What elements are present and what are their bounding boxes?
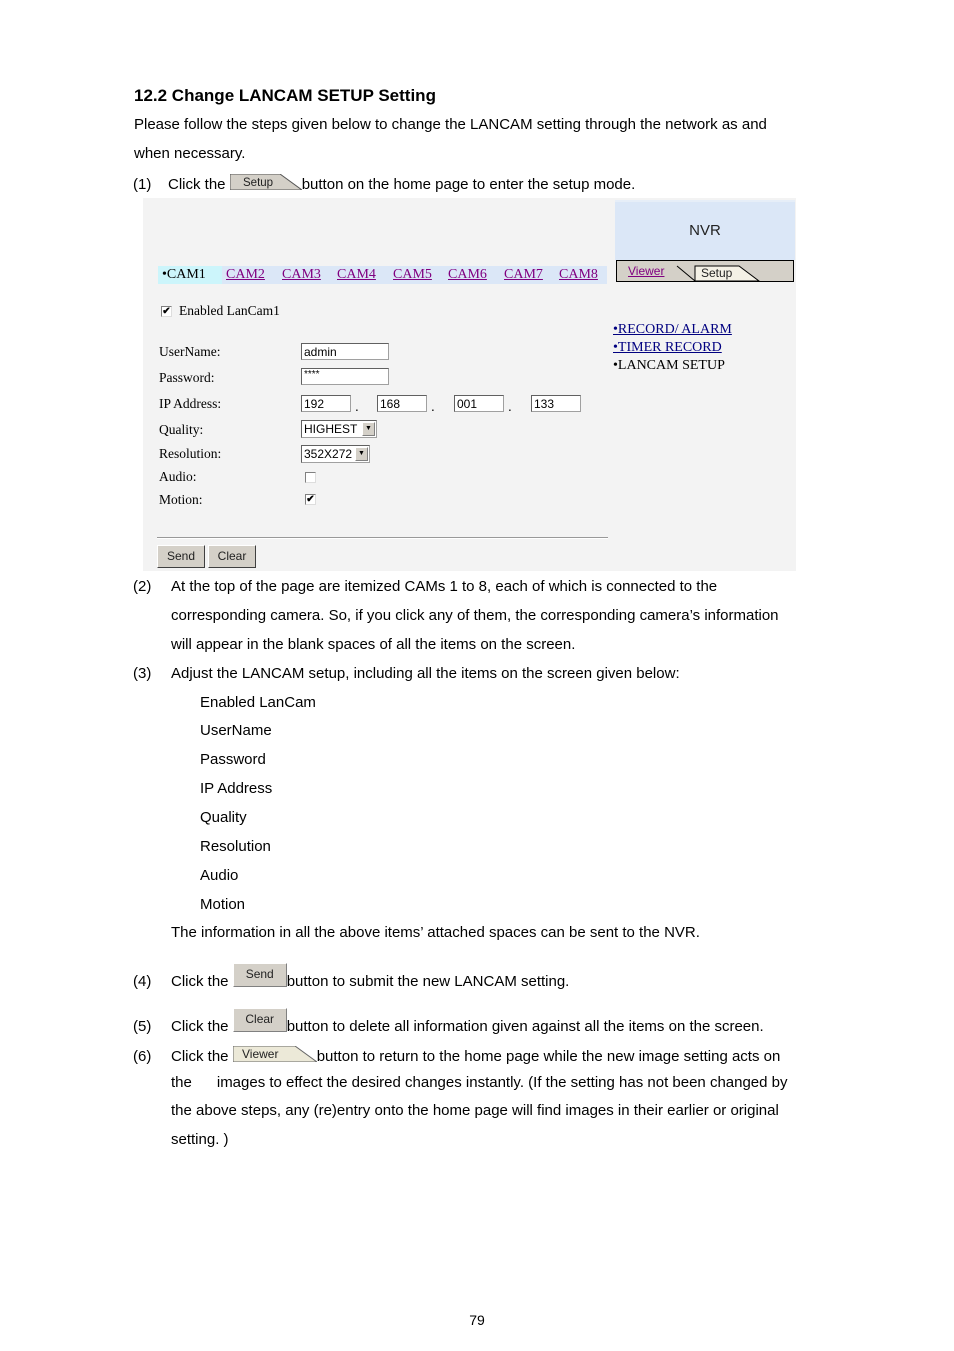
ip-octet-4-input[interactable]: 133 [531, 395, 581, 412]
step-3-number: (3) [133, 665, 152, 682]
cam-tab-6[interactable]: CAM6 [448, 266, 487, 284]
form-divider [157, 537, 608, 539]
ip-separator: . [431, 399, 435, 414]
resolution-value: 352X272 [304, 447, 353, 461]
motion-checkbox[interactable]: ✔ [305, 494, 316, 505]
step-2-line-3: will appear in the blank spaces of all t… [171, 636, 576, 653]
step-2-line-1: At the top of the page are itemized CAMs… [171, 578, 718, 595]
quality-label: Quality: [159, 422, 204, 437]
lancam-setup-current: •LANCAM SETUP [613, 358, 725, 373]
timer-record-link[interactable]: •TIMER RECORD [613, 340, 722, 355]
cam-tab-8[interactable]: CAM8 [559, 266, 598, 284]
step-6-text: Click the Viewer button to return to the… [171, 1042, 780, 1071]
cam-tab-3[interactable]: CAM3 [282, 266, 321, 284]
step-1-number: (1) [133, 176, 152, 193]
step-3-item: Quality [200, 809, 247, 826]
audio-label: Audio: [159, 469, 197, 484]
username-input[interactable]: admin [301, 343, 389, 360]
viewer-tab-image: Viewer [232, 1046, 317, 1063]
mode-tabs: Viewer Setup [616, 260, 794, 282]
setup-tab-label: Setup [243, 177, 273, 189]
ip-separator: . [508, 399, 512, 414]
intro-line-1: Please follow the steps given below to c… [134, 116, 767, 133]
step-6-line-2: the images to effect the desired changes… [171, 1074, 788, 1091]
ip-separator: . [355, 399, 359, 414]
step-1-text: Click the Setup button on the home page … [168, 170, 635, 199]
step-4-text: Click the Send button to submit the new L… [171, 963, 570, 996]
step-3-note: The information in all the above items’ … [171, 924, 700, 941]
section-heading: 12.2 Change LANCAM SETUP Setting [134, 86, 436, 105]
ip-octet-3-input[interactable]: 001 [454, 395, 504, 412]
step-1-post: button on the home page to enter the set… [301, 176, 636, 193]
enabled-checkbox[interactable]: ✔ [161, 306, 172, 317]
step-6-pre: Click the [171, 1048, 229, 1065]
dropdown-arrow-icon: ▼ [362, 422, 375, 436]
camera-tab-bar: •CAM1 CAM2 CAM3 CAM4 CAM5 CAM6 CAM7 CAM8 [158, 266, 607, 284]
setup-tab[interactable]: Setup [701, 266, 732, 280]
intro-line-2: when necessary. [134, 145, 246, 162]
viewer-tab[interactable]: Viewer [628, 264, 664, 278]
ip-octet-2-input[interactable]: 168 [377, 395, 427, 412]
side-menu: •RECORD/ ALARM •TIMER RECORD •LANCAM SET… [613, 321, 732, 375]
motion-label: Motion: [159, 492, 203, 507]
step-3-item: Resolution [200, 838, 271, 855]
quality-select[interactable]: HIGHEST ▼ [301, 420, 377, 438]
dropdown-arrow-icon: ▼ [355, 447, 368, 461]
cam-tab-7[interactable]: CAM7 [504, 266, 543, 284]
ip-address-label: IP Address: [159, 396, 222, 411]
cam-tab-1[interactable]: •CAM1 [158, 266, 222, 284]
quality-value: HIGHEST [304, 422, 358, 436]
password-label: Password: [159, 370, 215, 385]
page-number: 79 [469, 1312, 485, 1328]
step-3-item: Password [200, 751, 266, 768]
step-3-item: IP Address [200, 780, 273, 797]
step-2-number: (2) [133, 578, 152, 595]
cam-tab-5[interactable]: CAM5 [393, 266, 432, 284]
record-alarm-link[interactable]: •RECORD/ ALARM [613, 322, 732, 337]
svg-text:Viewer: Viewer [242, 1047, 278, 1061]
send-button[interactable]: Send [157, 545, 205, 568]
step-6-line-3: the above steps, any (re)entry onto the … [171, 1102, 779, 1119]
resolution-select[interactable]: 352X272 ▼ [301, 445, 370, 463]
step-1-pre: Click the [168, 176, 226, 193]
step-4-pre: Click the [171, 973, 229, 990]
step-5-post: button to delete all information given a… [286, 1018, 764, 1035]
username-label: UserName: [159, 344, 221, 359]
step-6-number: (6) [133, 1048, 152, 1065]
cam-tab-2[interactable]: CAM2 [226, 266, 265, 284]
step-2-line-2: corresponding camera. So, if you click a… [171, 607, 779, 624]
step-4-post: button to submit the new LANCAM setting. [286, 973, 570, 990]
password-input[interactable]: **** [301, 368, 389, 385]
step-3-item: Enabled LanCam [200, 694, 316, 711]
step-3-item: Audio [200, 867, 239, 884]
nvr-brand-box: NVR [615, 200, 795, 260]
send-button-image: Send [232, 963, 287, 988]
cam-tab-4[interactable]: CAM4 [337, 266, 376, 284]
resolution-label: Resolution: [159, 446, 222, 461]
step-3-item: Motion [200, 896, 246, 913]
clear-button-image: Clear [232, 1008, 287, 1033]
step-6-post: button to return to the home page while … [316, 1048, 781, 1065]
setup-tab-image: Setup [229, 174, 302, 191]
step-6-line-4: setting. ) [171, 1131, 229, 1148]
step-5-pre: Click the [171, 1018, 229, 1035]
step-3-text: Adjust the LANCAM setup, including all t… [171, 665, 680, 682]
lancam-setup-screenshot: NVR •CAM1 CAM2 CAM3 CAM4 CAM5 CAM6 CAM7 … [143, 198, 796, 571]
step-5-text: Click the Clear button to delete all info… [171, 1008, 764, 1041]
step-5-number: (5) [133, 1018, 152, 1035]
step-4-number: (4) [133, 973, 152, 990]
clear-button[interactable]: Clear [208, 545, 256, 568]
ip-octet-1-input[interactable]: 192 [301, 395, 351, 412]
enabled-label: Enabled LanCam1 [179, 303, 280, 318]
audio-checkbox[interactable] [305, 472, 316, 483]
step-3-item: UserName [200, 722, 272, 739]
